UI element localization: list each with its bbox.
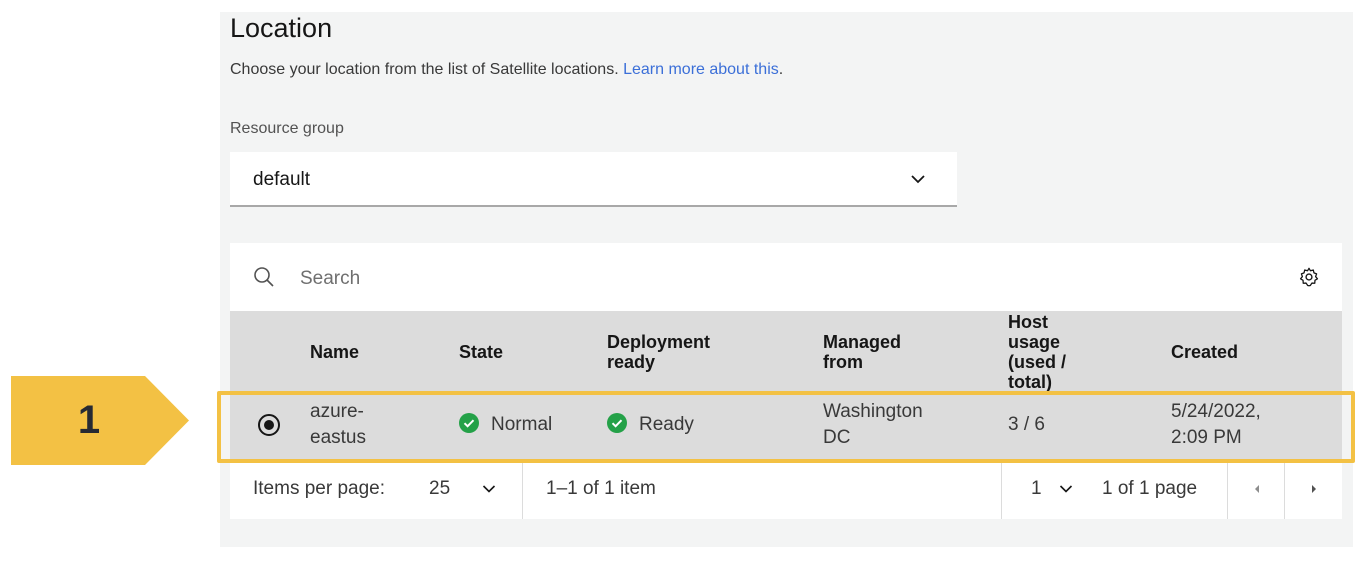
next-page-icon[interactable] <box>1309 483 1319 495</box>
divider <box>522 459 523 519</box>
locations-table: Name State Deployment ready Managed from… <box>230 243 1342 519</box>
location-panel: Location Choose your location from the l… <box>220 12 1353 547</box>
pagination-bar: Items per page: 25 1–1 of 1 item 1 1 of … <box>230 459 1342 519</box>
managed-header-line2: from <box>823 352 863 372</box>
page-title: Location <box>230 13 333 43</box>
column-header-state[interactable]: State <box>459 342 503 362</box>
host-header-line3: (used / <box>1008 352 1067 372</box>
page-total: 1 of 1 page <box>1102 478 1198 499</box>
deployment-header-line1: Deployment <box>607 332 711 352</box>
gear-icon[interactable] <box>1298 266 1320 288</box>
description-text: Choose your location from the list of Sa… <box>230 61 619 78</box>
location-description: Choose your location from the list of Sa… <box>230 60 783 80</box>
deployment-header-line2: ready <box>607 352 656 372</box>
row-highlight-frame <box>217 391 1355 463</box>
page-value: 1 <box>1031 478 1042 499</box>
resource-group-label: Resource group <box>230 120 344 137</box>
callout-number: 1 <box>77 398 101 442</box>
host-header-line4: total) <box>1008 372 1052 392</box>
table-toolbar <box>230 243 1342 311</box>
column-header-deployment-ready[interactable]: Deployment ready <box>607 332 710 372</box>
items-per-page-label: Items per page: <box>253 478 386 499</box>
chevron-down-icon <box>911 175 925 184</box>
description-suffix: . <box>778 61 784 78</box>
divider <box>1227 459 1228 519</box>
previous-page-icon[interactable] <box>1252 483 1262 495</box>
search-icon <box>254 267 274 287</box>
column-header-host-usage[interactable]: Host usage (used / total) <box>1008 312 1066 392</box>
items-per-page-value: 25 <box>429 478 451 499</box>
column-header-managed-from[interactable]: Managed from <box>823 332 901 372</box>
learn-more-link[interactable]: Learn more about this <box>623 61 779 78</box>
search-input[interactable] <box>298 265 1002 293</box>
divider <box>1284 459 1285 519</box>
table-header: Name State Deployment ready Managed from… <box>230 311 1342 392</box>
host-header-line2: usage <box>1008 332 1061 352</box>
resource-group-value: default <box>253 169 311 190</box>
items-range: 1–1 of 1 item <box>546 478 656 499</box>
divider <box>1001 459 1002 519</box>
managed-header-line1: Managed <box>823 332 902 352</box>
column-header-created[interactable]: Created <box>1171 342 1238 362</box>
chevron-down-icon <box>482 485 496 493</box>
host-header-line1: Host <box>1008 312 1048 332</box>
resource-group-dropdown[interactable]: default <box>230 152 957 207</box>
chevron-down-icon <box>1059 485 1073 493</box>
column-header-name[interactable]: Name <box>310 342 359 362</box>
